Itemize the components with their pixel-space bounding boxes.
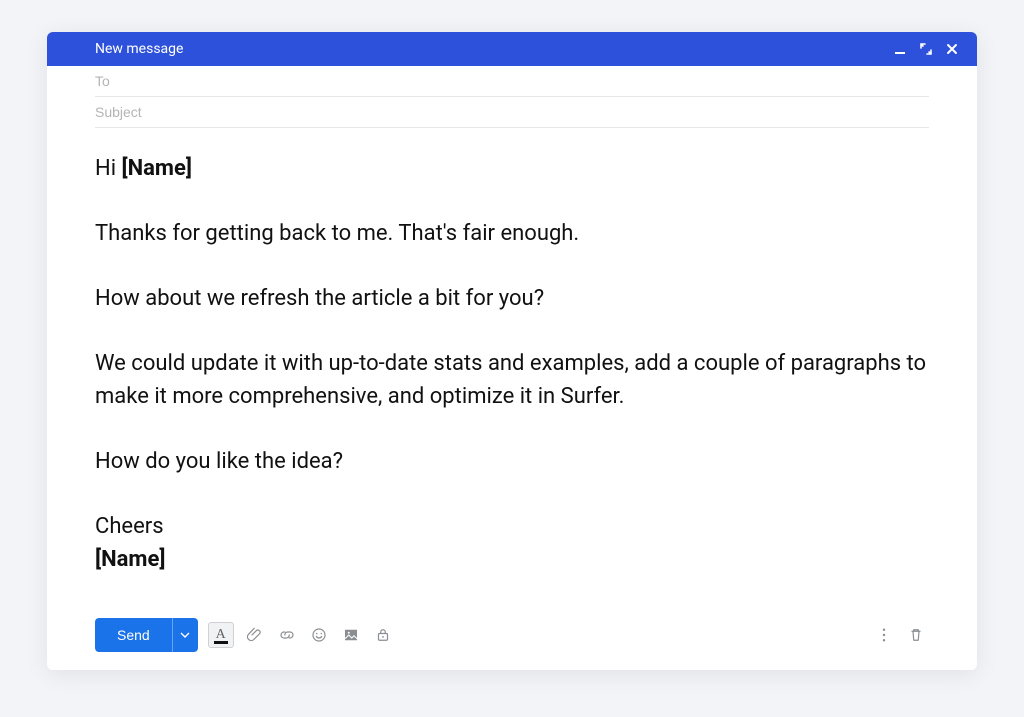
window-title: New message [95,41,885,57]
insert-emoji-button[interactable] [306,622,332,648]
insert-photo-button[interactable] [338,622,364,648]
caret-down-icon [180,630,190,640]
emoji-icon [310,626,328,644]
image-icon [342,626,360,644]
subject-row [95,97,929,128]
signoff: Cheers [95,514,164,539]
body-paragraph: How do you like the idea? [95,445,929,478]
close-icon [945,42,959,56]
formatting-button[interactable]: A [208,622,234,648]
to-row [95,66,929,97]
lock-clock-icon [374,626,392,644]
compose-toolbar: Send A [47,606,977,670]
send-button[interactable]: Send [95,618,172,652]
close-button[interactable] [941,38,963,60]
send-options-button[interactable] [172,618,198,652]
body-paragraph: Thanks for getting back to me. That's fa… [95,217,929,250]
text-underline-swatch [214,641,228,644]
titlebar: New message [47,32,977,66]
greeting-prefix: Hi [95,156,122,181]
body-paragraph: How about we refresh the article a bit f… [95,282,929,315]
more-vertical-icon [875,626,893,644]
expand-icon [919,42,933,56]
insert-link-button[interactable] [274,622,300,648]
greeting-name-placeholder: [Name] [122,156,192,181]
more-options-button[interactable] [871,622,897,648]
signature-name-placeholder: [Name] [95,547,165,572]
message-body[interactable]: Hi [Name] Thanks for getting back to me.… [47,128,977,606]
signature-block: Cheers [Name] [95,510,929,576]
to-input[interactable] [95,73,929,89]
paperclip-icon [246,626,264,644]
header-fields [47,66,977,128]
link-icon [278,626,296,644]
minimize-icon [893,42,907,56]
fullscreen-button[interactable] [915,38,937,60]
body-paragraph: We could update it with up-to-date stats… [95,347,929,413]
attach-file-button[interactable] [242,622,268,648]
send-split-button: Send [95,618,198,652]
subject-input[interactable] [95,104,929,120]
compose-window: New message Hi [Name] Thanks for getting… [47,32,977,670]
minimize-button[interactable] [889,38,911,60]
trash-icon [907,626,925,644]
confidential-mode-button[interactable] [370,622,396,648]
greeting-line: Hi [Name] [95,152,929,185]
discard-draft-button[interactable] [903,622,929,648]
